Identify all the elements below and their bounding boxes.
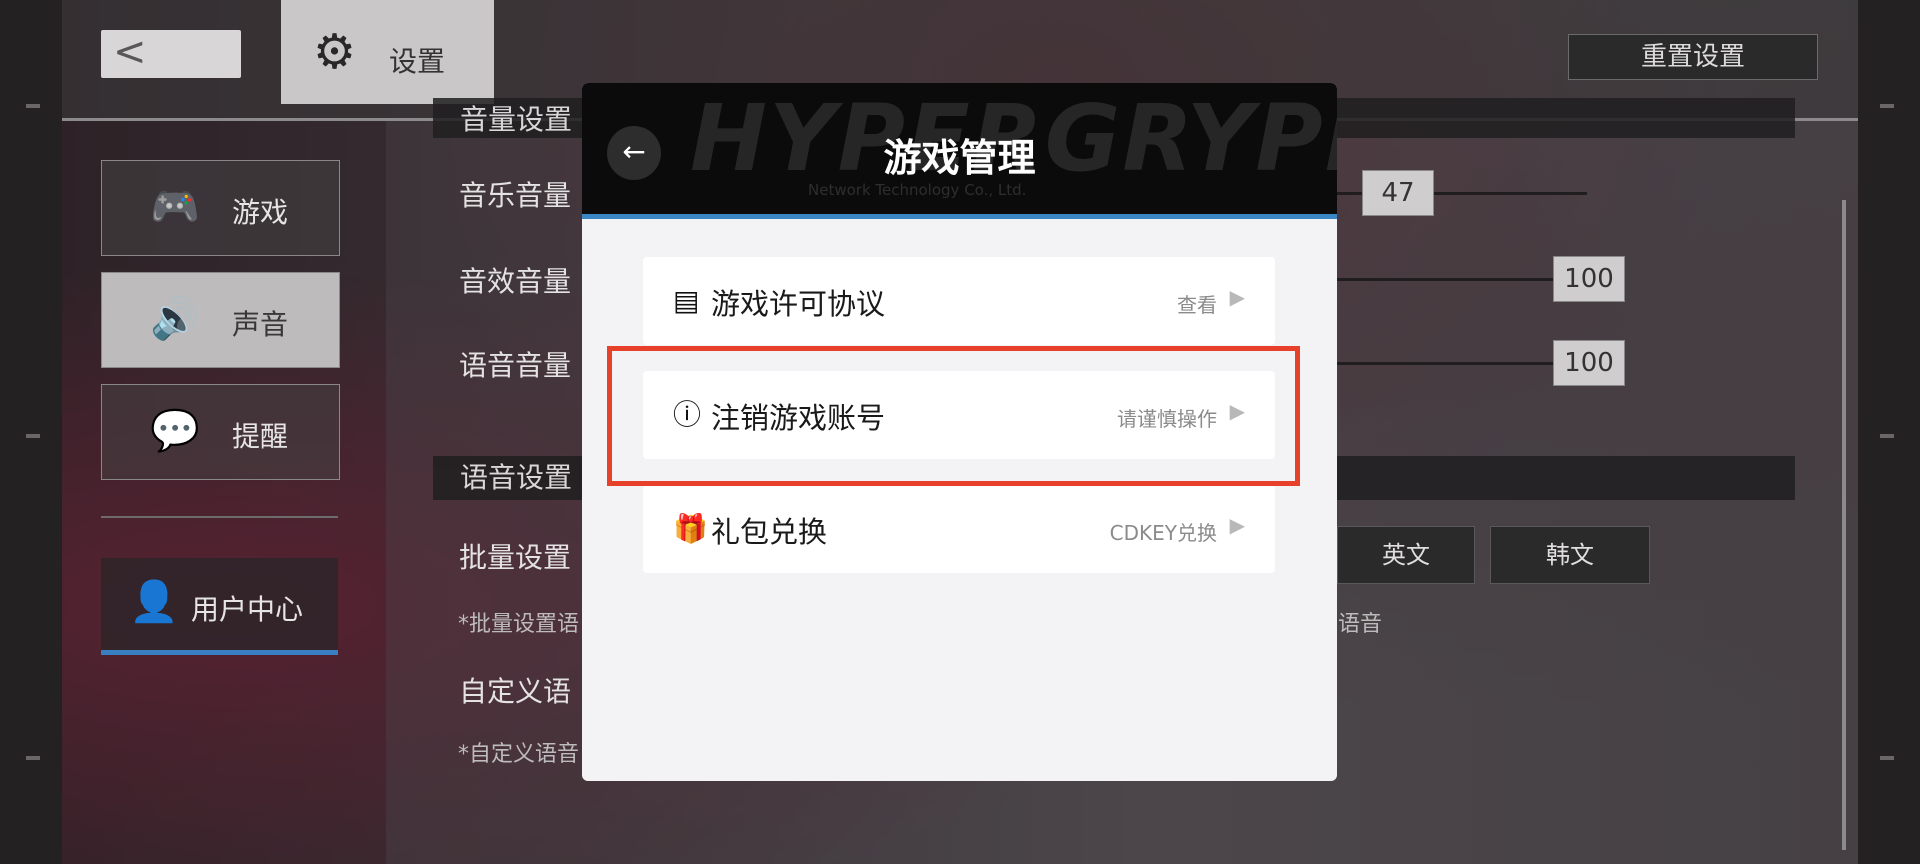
custom-voice-note: *自定义语音 <box>458 742 580 767</box>
sidebar-item-label: 声音 <box>232 308 289 341</box>
gift-redeem-item[interactable]: 🎁 礼包兑换 CDKEY兑换 ▶ <box>643 485 1275 573</box>
back-button[interactable]: < <box>101 30 241 78</box>
reset-settings-button[interactable]: 重置设置 <box>1568 34 1818 80</box>
batch-setting-label: 批量设置 <box>459 541 572 574</box>
highlight-box <box>607 346 1300 486</box>
custom-voice-label: 自定义语 <box>459 675 572 708</box>
back-arrow-icon[interactable]: ← <box>607 126 661 180</box>
sfx-volume-value[interactable]: 100 <box>1553 256 1625 302</box>
sfx-volume-slider[interactable] <box>1337 278 1553 281</box>
tab-settings[interactable]: ⚙ 设置 <box>281 0 494 104</box>
language-english-button[interactable]: 英文 <box>1337 526 1475 584</box>
batch-setting-note: *批量设置语 <box>458 612 580 637</box>
sidebar-item-user-center[interactable]: 👤 用户中心 <box>101 558 338 655</box>
sidebar-item-sound[interactable]: 🔊 声音 <box>101 272 340 368</box>
right-bezel <box>1858 0 1920 864</box>
sidebar-item-label: 游戏 <box>232 196 289 229</box>
menu-item-hint: 查看 <box>1177 293 1217 317</box>
dialog-title: 游戏管理 <box>883 136 1036 180</box>
voice-volume-value[interactable]: 100 <box>1553 340 1625 386</box>
license-agreement-item[interactable]: ▤ 游戏许可协议 查看 ▶ <box>643 257 1275 345</box>
sfx-volume-label: 音效音量 <box>459 265 572 298</box>
left-bezel <box>0 0 62 864</box>
menu-item-hint: CDKEY兑换 <box>1109 521 1217 545</box>
chevron-right-icon: ▶ <box>1229 513 1245 537</box>
nav-divider <box>101 516 338 518</box>
dialog-header: HYPERGRYPH Network Technology Co., Ltd. … <box>582 83 1337 219</box>
scrollbar[interactable] <box>1842 200 1846 850</box>
sidebar-item-game[interactable]: 🎮 游戏 <box>101 160 340 256</box>
speaker-icon: 🔊 <box>150 296 200 342</box>
music-volume-label: 音乐音量 <box>459 179 572 212</box>
sidebar-item-label: 提醒 <box>232 420 289 453</box>
gear-icon: ⚙ <box>313 24 357 80</box>
document-icon: ▤ <box>673 284 700 317</box>
gamepad-icon: 🎮 <box>150 184 200 230</box>
chevron-left-icon: < <box>113 29 147 75</box>
voice-volume-slider[interactable] <box>1337 362 1553 365</box>
chevron-right-icon: ▶ <box>1229 285 1245 309</box>
batch-setting-note-tail: 语音 <box>1338 612 1383 637</box>
music-volume-value[interactable]: 47 <box>1362 170 1434 216</box>
voice-volume-label: 语音音量 <box>459 349 572 382</box>
chat-bubble-icon: 💬 <box>150 408 200 454</box>
language-korean-button[interactable]: 韩文 <box>1490 526 1650 584</box>
settings-tab-label: 设置 <box>389 45 446 78</box>
header-watermark-subtitle: Network Technology Co., Ltd. <box>808 181 1027 199</box>
gift-icon: 🎁 <box>673 512 708 545</box>
sidebar-item-reminder[interactable]: 💬 提醒 <box>101 384 340 480</box>
user-icon: 👤 <box>129 579 179 625</box>
menu-item-label: 礼包兑换 <box>711 515 828 549</box>
sidebar-item-label: 用户中心 <box>191 593 304 626</box>
menu-item-label: 游戏许可协议 <box>711 287 886 321</box>
